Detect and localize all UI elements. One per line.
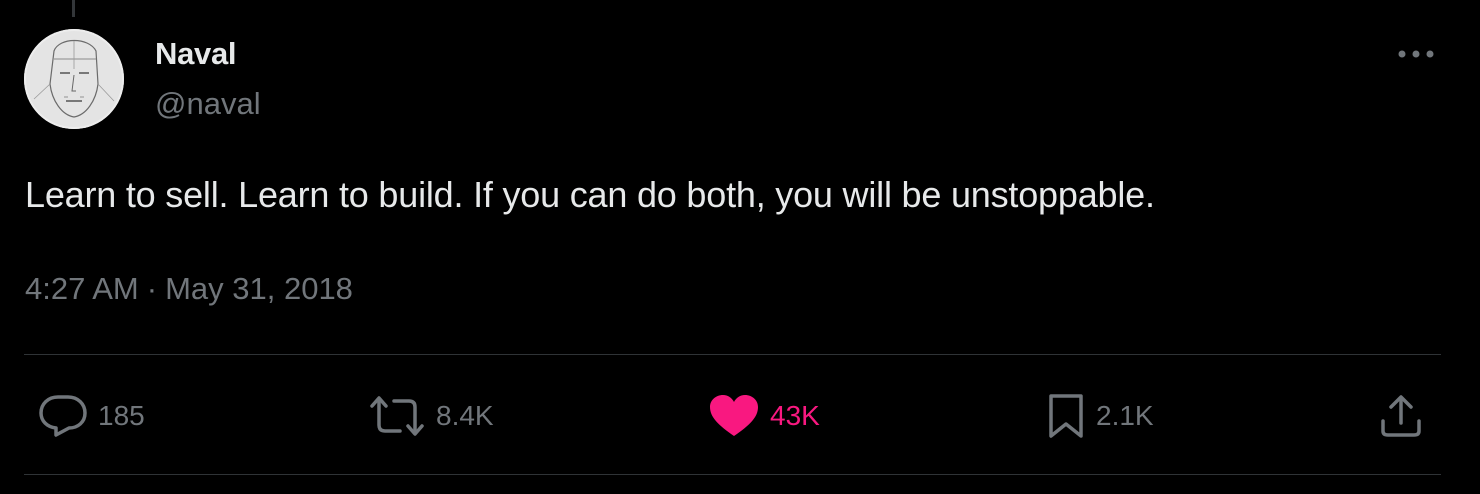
repost-icon <box>368 394 426 438</box>
avatar-sketch-image <box>24 29 124 129</box>
author-display-name[interactable]: Naval <box>155 35 237 73</box>
bookmark-icon <box>1046 392 1086 440</box>
divider-bottom <box>24 474 1441 475</box>
tweet-text: Learn to sell. Learn to build. If you ca… <box>25 174 1155 215</box>
like-count: 43K <box>770 400 820 431</box>
repost-button[interactable]: 8.4K <box>368 392 494 440</box>
timestamp-separator: · <box>146 271 158 306</box>
repost-count: 8.4K <box>436 400 494 431</box>
avatar[interactable] <box>24 29 124 129</box>
share-icon <box>1378 393 1424 439</box>
share-button[interactable] <box>1378 392 1424 440</box>
tweet-date: May 31, 2018 <box>165 271 353 306</box>
divider-top <box>24 354 1441 355</box>
more-horizontal-icon <box>1398 50 1434 58</box>
bookmark-count: 2.1K <box>1096 400 1154 431</box>
bookmark-button[interactable]: 2.1K <box>1046 392 1154 440</box>
thread-connector-line <box>72 0 75 17</box>
more-options-button[interactable] <box>1392 38 1440 70</box>
heart-icon <box>708 393 760 439</box>
tweet-timestamp[interactable]: 4:27 AM · May 31, 2018 <box>25 270 353 308</box>
reply-button[interactable]: 185 <box>38 392 145 440</box>
like-button[interactable]: 43K <box>708 392 820 440</box>
reply-icon <box>38 393 88 439</box>
author-handle[interactable]: @naval <box>155 85 261 123</box>
reply-count: 185 <box>98 400 145 431</box>
tweet-time: 4:27 AM <box>25 271 139 306</box>
